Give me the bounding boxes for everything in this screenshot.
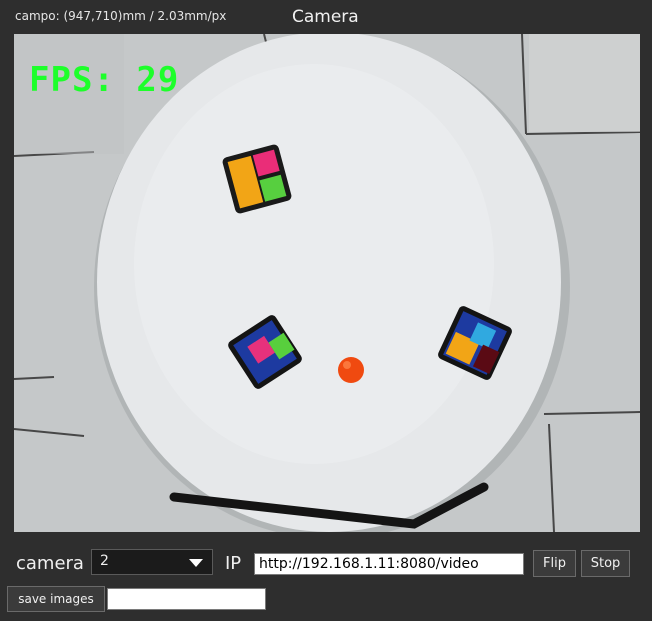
fps-overlay: FPS: 29 (29, 60, 180, 100)
control-bar: camera 2 IP Flip Stop save images (0, 545, 652, 621)
save-path-input[interactable] (107, 588, 266, 610)
camera-select[interactable]: 2 (91, 549, 213, 575)
ip-input[interactable] (254, 553, 524, 575)
ip-label: IP (225, 553, 242, 574)
camera-select-value: 2 (100, 553, 109, 569)
title-bar: campo: (947,710)mm / 2.03mm/px Camera (0, 0, 652, 34)
flip-button[interactable]: Flip (533, 550, 576, 577)
save-images-button[interactable]: save images (7, 586, 105, 612)
camera-label: camera (16, 553, 84, 574)
window-title: Camera (292, 7, 359, 27)
camera-view[interactable]: FPS: 29 (14, 34, 640, 532)
ball (338, 357, 364, 383)
campo-info: campo: (947,710)mm / 2.03mm/px (15, 9, 227, 23)
chevron-down-icon (189, 559, 203, 567)
camera-frame (14, 34, 640, 532)
stop-button[interactable]: Stop (581, 550, 630, 577)
